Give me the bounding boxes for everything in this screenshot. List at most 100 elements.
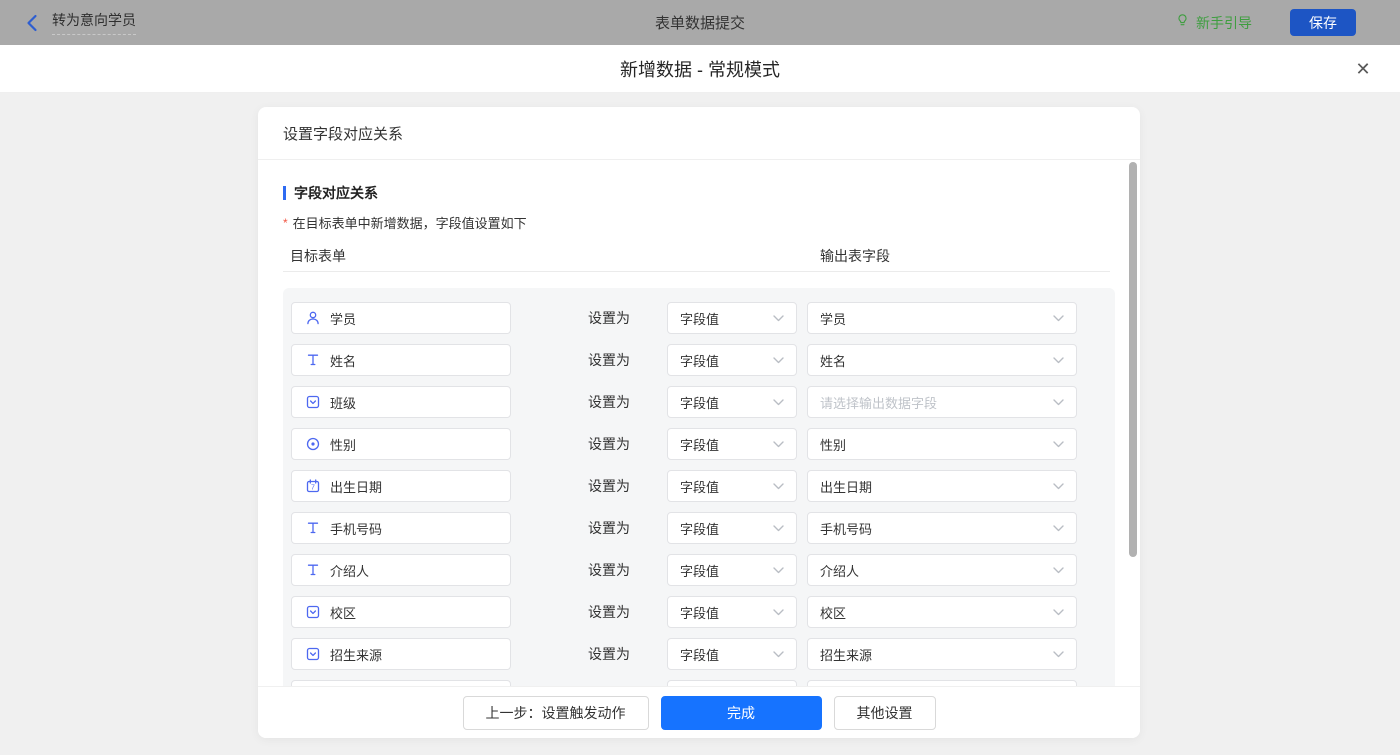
field-mapping-card: 设置字段对应关系 字段对应关系 * 在目标表单中新增数据，字段值设置如下 目标表… — [258, 107, 1140, 738]
lightbulb-icon — [1175, 12, 1190, 33]
value-mode-value: 字段值 — [680, 353, 720, 369]
target-field-label: 班级 — [330, 395, 357, 411]
done-button[interactable]: 完成 — [660, 695, 822, 730]
target-field-box: 班级 — [291, 386, 511, 418]
target-field-box: 姓名 — [291, 344, 511, 376]
output-field-select[interactable]: 手机号码 — [807, 512, 1077, 544]
back-button[interactable]: 转为意向学员 — [26, 10, 136, 35]
set-as-label: 设置为 — [588, 352, 630, 368]
output-field-select[interactable]: 出生日期 — [807, 470, 1077, 502]
value-mode-select[interactable]: 字段值 — [667, 386, 797, 418]
modal-header: 新增数据 - 常规模式 ✕ — [0, 45, 1400, 93]
output-field-value: 出生日期 — [820, 479, 873, 495]
output-field-select[interactable]: 姓名 — [807, 344, 1077, 376]
target-field-box: 7 出生日期 — [291, 470, 511, 502]
user-icon — [305, 310, 321, 326]
card-footer: 上一步：设置触发动作 完成 其他设置 — [258, 686, 1140, 738]
chevron-down-icon — [1053, 356, 1064, 364]
set-as-label: 设置为 — [588, 562, 630, 578]
output-field-select[interactable]: 性别 — [807, 428, 1077, 460]
chevron-down-icon — [1053, 440, 1064, 448]
save-button[interactable]: 保存 — [1290, 9, 1356, 36]
chevron-down-icon — [773, 356, 784, 364]
output-field-select[interactable]: 招生来源 — [807, 638, 1077, 670]
set-as-label: 设置为 — [588, 478, 630, 494]
chevron-down-icon — [773, 314, 784, 322]
column-header-output-fields: 输出表字段 — [820, 248, 890, 264]
value-mode-value: 字段值 — [680, 437, 720, 453]
column-headers: 目标表单 输出表字段 — [283, 246, 1110, 272]
section-note-text: 在目标表单中新增数据，字段值设置如下 — [292, 216, 527, 231]
topbar: 转为意向学员 表单数据提交 新手引导 保存 — [0, 0, 1400, 45]
target-field-box: 招生来源 — [291, 638, 511, 670]
value-mode-value: 字段值 — [680, 605, 720, 621]
value-mode-value: 字段值 — [680, 563, 720, 579]
other-settings-button[interactable]: 其他设置 — [833, 695, 936, 730]
value-mode-select[interactable]: 字段值 — [667, 638, 797, 670]
set-as-label: 设置为 — [588, 604, 630, 620]
beginner-guide-label: 新手引导 — [1196, 14, 1252, 31]
value-mode-value: 字段值 — [680, 479, 720, 495]
value-mode-select[interactable]: 字段值 — [667, 344, 797, 376]
field-mapping-row: 班级 设置为 字段值 请选择输出数据字段 — [291, 386, 1115, 418]
value-mode-select[interactable]: 字段值 — [667, 596, 797, 628]
field-mapping-row: 性别 设置为 字段值 性别 — [291, 428, 1115, 460]
value-mode-value: 字段值 — [680, 647, 720, 663]
set-as-label: 设置为 — [588, 646, 630, 662]
output-field-select[interactable]: 学员 — [807, 302, 1077, 334]
field-mapping-row: 校区 设置为 字段值 校区 — [291, 596, 1115, 628]
close-icon[interactable]: ✕ — [1351, 57, 1375, 81]
chevron-down-icon — [1053, 650, 1064, 658]
target-field-label: 性别 — [330, 437, 357, 453]
field-mapping-row: 介绍人 设置为 字段值 介绍人 — [291, 554, 1115, 586]
chevron-down-icon — [1053, 608, 1064, 616]
card-header: 设置字段对应关系 — [258, 107, 1140, 160]
field-mapping-row: 姓名 设置为 字段值 姓名 — [291, 344, 1115, 376]
field-mapping-row: 招生来源 设置为 字段值 招生来源 — [291, 638, 1115, 670]
text-icon — [305, 562, 321, 578]
value-mode-select[interactable]: 字段值 — [667, 512, 797, 544]
target-field-box: 学员 — [291, 302, 511, 334]
output-field-select[interactable]: 请选择输出数据字段 — [807, 386, 1077, 418]
chevron-down-icon — [1053, 314, 1064, 322]
value-mode-select[interactable]: 字段值 — [667, 470, 797, 502]
chevron-down-icon — [773, 608, 784, 616]
target-field-label: 校区 — [330, 605, 357, 621]
value-mode-select[interactable]: 字段值 — [667, 428, 797, 460]
chevron-down-icon — [773, 524, 784, 532]
select-icon — [305, 394, 321, 410]
previous-step-button[interactable]: 上一步：设置触发动作 — [462, 695, 649, 730]
output-field-select[interactable]: 介绍人 — [807, 554, 1077, 586]
set-as-label: 设置为 — [588, 520, 630, 536]
section-title-text: 字段对应关系 — [294, 185, 378, 201]
chevron-down-icon — [1053, 566, 1064, 574]
target-field-label: 手机号码 — [330, 521, 383, 537]
output-field-select[interactable]: 校区 — [807, 596, 1077, 628]
output-field-value: 性别 — [820, 437, 847, 453]
target-field-box: 校区 — [291, 596, 511, 628]
output-field-value: 校区 — [820, 605, 847, 621]
section-note: * 在目标表单中新增数据，字段值设置如下 — [283, 213, 1140, 232]
select-icon — [305, 646, 321, 662]
output-field-value: 招生来源 — [820, 647, 873, 663]
field-mapping-panel: 学员 设置为 字段值 学员 姓名 设置为 字段值 姓名 班级 设置为 字段值 请… — [283, 288, 1115, 686]
scrollbar-thumb[interactable] — [1129, 162, 1137, 557]
card-body: 字段对应关系 * 在目标表单中新增数据，字段值设置如下 目标表单 输出表字段 学… — [258, 161, 1140, 686]
set-as-label: 设置为 — [588, 394, 630, 410]
value-mode-select[interactable]: 字段值 — [667, 302, 797, 334]
target-field-box: 介绍人 — [291, 554, 511, 586]
svg-text:7: 7 — [311, 485, 315, 492]
value-mode-select[interactable]: 字段值 — [667, 554, 797, 586]
value-mode-value: 字段值 — [680, 311, 720, 327]
chevron-down-icon — [1053, 398, 1064, 406]
field-mapping-row: 学员 设置为 字段值 学员 — [291, 302, 1115, 334]
calendar-icon: 7 — [305, 478, 321, 494]
target-field-label: 招生来源 — [330, 647, 383, 663]
target-field-label: 出生日期 — [330, 479, 383, 495]
topbar-actions: 新手引导 保存 — [1175, 0, 1356, 45]
chevron-down-icon — [773, 398, 784, 406]
text-icon — [305, 520, 321, 536]
chevron-down-icon — [1053, 482, 1064, 490]
target-field-box: 手机号码 — [291, 512, 511, 544]
beginner-guide-button[interactable]: 新手引导 — [1175, 12, 1252, 33]
